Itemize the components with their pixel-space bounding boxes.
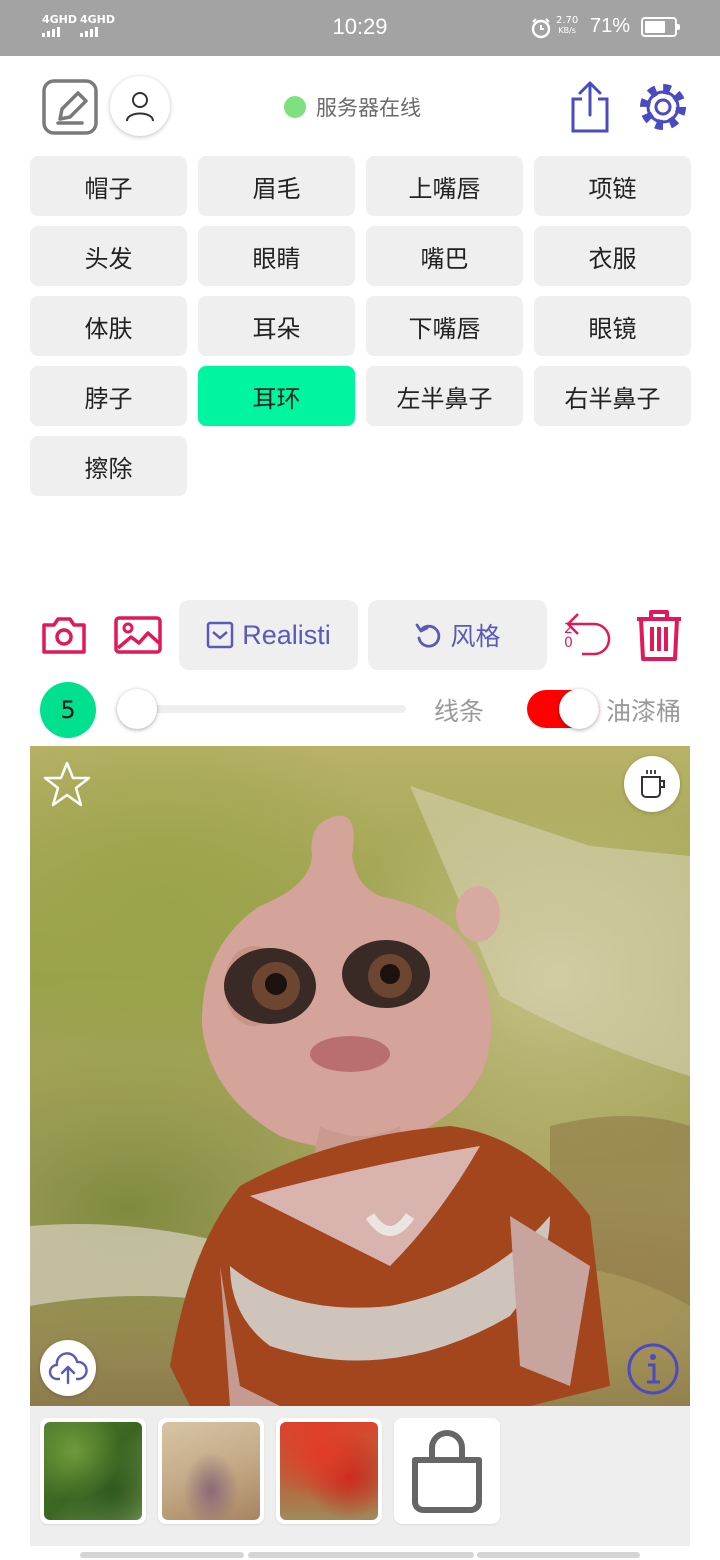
favorite-button[interactable] bbox=[42, 760, 92, 812]
segment-label-button[interactable]: 衣服 bbox=[534, 226, 691, 286]
home-indicator bbox=[248, 1552, 474, 1558]
thumbnail-green-foliage bbox=[44, 1422, 142, 1520]
segment-label-button[interactable]: 体肤 bbox=[30, 296, 187, 356]
thumbnail-beige-texture bbox=[162, 1422, 260, 1520]
segment-label-button[interactable]: 上嘴唇 bbox=[366, 156, 523, 216]
segment-label-button[interactable]: 帽子 bbox=[30, 156, 187, 216]
undo-counter: 2 0 bbox=[564, 622, 573, 650]
share-button[interactable] bbox=[562, 78, 618, 136]
refresh-icon bbox=[416, 623, 441, 648]
server-status-text: 服务器在线 bbox=[316, 96, 421, 120]
network-speed: 2.70 KB/s bbox=[556, 16, 578, 36]
segment-label-button[interactable]: 项链 bbox=[534, 156, 691, 216]
upload-button[interactable] bbox=[40, 1340, 96, 1396]
server-status: 服务器在线 bbox=[284, 92, 421, 122]
server-status-dot bbox=[284, 96, 306, 118]
segment-label-button[interactable]: 耳环 bbox=[198, 366, 355, 426]
thumbnail-red-leaves bbox=[280, 1422, 378, 1520]
drawing-canvas[interactable] bbox=[30, 746, 690, 1406]
lines-mode-label[interactable]: 线条 bbox=[434, 692, 484, 728]
paint-bucket-toggle[interactable] bbox=[527, 689, 599, 729]
generated-image bbox=[30, 786, 690, 1406]
paint-bucket-label[interactable]: 油漆桶 bbox=[606, 692, 681, 728]
segment-label-button[interactable]: 脖子 bbox=[30, 366, 187, 426]
gallery-button[interactable] bbox=[112, 612, 164, 658]
user-icon bbox=[126, 92, 154, 122]
brush-size-slider[interactable] bbox=[118, 705, 406, 713]
store-button[interactable] bbox=[394, 1418, 500, 1524]
edit-icon bbox=[42, 79, 98, 135]
battery-level bbox=[645, 21, 665, 33]
segment-label-button[interactable]: 右半鼻子 bbox=[534, 366, 691, 426]
segment-label-button[interactable]: 耳朵 bbox=[198, 296, 355, 356]
status-bar: 4GHD 4GHD 10:29 2.70 KB/s 71% bbox=[0, 0, 720, 56]
trash-icon bbox=[637, 610, 681, 661]
mode-label: Realisti bbox=[242, 619, 331, 650]
share-icon bbox=[571, 81, 609, 133]
segment-label-button[interactable]: 嘴巴 bbox=[366, 226, 523, 286]
style-thumbnail[interactable] bbox=[158, 1418, 264, 1524]
battery-percent: 71% bbox=[590, 15, 631, 37]
speed-value: 2.70 bbox=[556, 15, 579, 26]
toggle-knob bbox=[559, 689, 599, 729]
segment-label-button[interactable]: 下嘴唇 bbox=[366, 296, 523, 356]
style-thumbnail[interactable] bbox=[276, 1418, 382, 1524]
edit-button[interactable] bbox=[42, 79, 98, 135]
star-icon bbox=[43, 761, 91, 807]
home-indicator bbox=[477, 1552, 640, 1558]
upload-icon bbox=[48, 1352, 88, 1385]
info-button[interactable] bbox=[626, 1342, 680, 1400]
checkbox-icon bbox=[206, 621, 234, 649]
speed-unit: KB/s bbox=[558, 26, 576, 35]
undo-count-bottom: 0 bbox=[564, 635, 573, 651]
coffee-icon bbox=[641, 770, 665, 798]
settings-button[interactable] bbox=[634, 78, 692, 136]
user-button[interactable] bbox=[110, 76, 170, 136]
camera-button[interactable] bbox=[40, 612, 88, 658]
segment-label-button[interactable]: 眼睛 bbox=[198, 226, 355, 286]
style-button[interactable]: 风格 bbox=[368, 600, 547, 670]
delete-button[interactable] bbox=[632, 606, 686, 664]
style-thumbnail[interactable] bbox=[40, 1418, 146, 1524]
brush-size-indicator: 5 bbox=[40, 682, 96, 738]
segment-label-button[interactable]: 左半鼻子 bbox=[366, 366, 523, 426]
segment-label-button[interactable]: 眼镜 bbox=[534, 296, 691, 356]
segment-label-grid: 帽子 眉毛 上嘴唇 项链头发 眼睛 嘴巴 衣服体肤 耳朵 下嘴唇 眼镜脖子 耳环 左半鼻子 右半鼻子擦除 bbox=[30, 156, 691, 496]
home-indicator bbox=[80, 1552, 244, 1558]
battery-icon bbox=[641, 17, 680, 37]
segment-label-button[interactable]: 眉毛 bbox=[198, 156, 355, 216]
shopping-bag-icon bbox=[412, 1430, 482, 1513]
segment-label-button[interactable]: 头发 bbox=[30, 226, 187, 286]
info-icon bbox=[627, 1343, 679, 1395]
segment-label-button[interactable]: 擦除 bbox=[30, 436, 187, 496]
brush-size-slider-thumb[interactable] bbox=[117, 689, 157, 729]
style-label: 风格 bbox=[450, 622, 501, 651]
camera-icon bbox=[42, 617, 86, 654]
alarm-icon bbox=[531, 18, 551, 39]
mode-select-button[interactable]: Realisti bbox=[179, 600, 358, 670]
style-thumbnail-strip bbox=[30, 1406, 690, 1546]
image-icon bbox=[114, 616, 162, 654]
donate-button[interactable] bbox=[624, 756, 680, 812]
settings-icon bbox=[640, 84, 686, 130]
undo-button[interactable]: 2 0 bbox=[560, 608, 616, 662]
